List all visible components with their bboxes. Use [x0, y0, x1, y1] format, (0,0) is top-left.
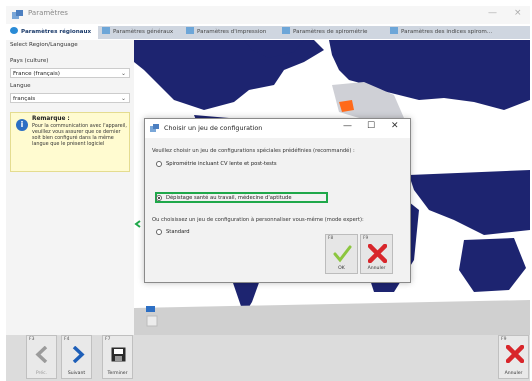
cancel-fkey: F9: [501, 337, 507, 342]
ok-button[interactable]: F8 OK: [325, 234, 358, 274]
map-north-america: [134, 40, 324, 110]
dialog-cancel-label: Annuler: [367, 266, 386, 271]
tab-spirometry[interactable]: Paramètres de spirométrie: [282, 26, 367, 39]
checkmark-icon: [333, 245, 352, 263]
tab-printing[interactable]: Paramètres d'impression: [186, 26, 266, 39]
tab-label: Paramètres de spirométrie: [293, 29, 368, 35]
minimize-button[interactable]: —: [488, 8, 497, 18]
cancel-label: Annuler: [504, 371, 523, 376]
chevron-down-icon: ⌄: [120, 70, 126, 77]
regional-tab-icon: [10, 27, 18, 34]
dialog-close-button[interactable]: ✕: [391, 121, 399, 131]
map-australia: [459, 238, 526, 292]
map-south-asia: [409, 170, 530, 235]
dialog-title: Choisir un jeu de configuration: [164, 124, 263, 132]
note-title: Remarque :: [32, 116, 70, 122]
close-x-icon: [506, 345, 524, 363]
dialog-cancel-button[interactable]: F9 Annuler: [360, 234, 393, 274]
settings-tabs: Paramètres régionaux Paramètres généraux…: [6, 26, 530, 39]
remark-note: i Remarque : Pour la communication avec …: [10, 112, 130, 172]
spirometry-icon: [282, 27, 290, 34]
finish-button[interactable]: F7 Terminer: [102, 335, 133, 379]
dialog-cancel-fkey: F9: [363, 236, 369, 241]
finish-label: Terminer: [107, 371, 128, 376]
prev-label: Préc.: [35, 371, 48, 376]
app-icon: [12, 10, 23, 19]
tab-spirometry-indices[interactable]: Paramètres des indices spirom...: [390, 26, 492, 39]
magnifier-icon[interactable]: [146, 315, 158, 327]
prev-fkey: F3: [29, 337, 35, 342]
section-label: Select Region/Language: [10, 42, 78, 48]
map-antarctica: [134, 300, 530, 335]
dialog-intro: Veuillez choisir un jeu de configuration…: [152, 148, 355, 154]
next-button[interactable]: F4 Suivant: [61, 335, 92, 379]
option-occupational-health-label[interactable]: Dépistage santé au travail, médecine d'a…: [166, 195, 292, 201]
dialog-minimize-button[interactable]: —: [343, 121, 352, 131]
indices-icon: [390, 27, 398, 34]
radio-standard[interactable]: [156, 229, 162, 235]
next-fkey: F4: [64, 337, 70, 342]
map-zoom-slider[interactable]: [146, 306, 155, 312]
window-title: Paramètres: [28, 9, 68, 17]
finish-fkey: F7: [105, 337, 111, 342]
country-select[interactable]: France (français) ⌄: [10, 68, 130, 78]
cancel-button[interactable]: F9 Annuler: [498, 335, 529, 379]
arrow-left-icon: [35, 346, 48, 363]
tab-regional[interactable]: Paramètres régionaux: [6, 26, 98, 39]
country-value: France (français): [13, 71, 60, 77]
close-button[interactable]: ×: [514, 8, 522, 18]
country-label: Pays (culture): [10, 58, 49, 64]
tab-general[interactable]: Paramètres généraux: [102, 26, 173, 39]
chevron-down-icon: ⌄: [120, 95, 126, 102]
info-icon: i: [16, 119, 28, 131]
tab-label: Paramètres des indices spirom...: [401, 29, 493, 35]
window-titlebar: Paramètres — ×: [6, 6, 530, 24]
ok-label: OK: [338, 266, 345, 271]
note-body: Pour la communication avec l'appareil, v…: [32, 123, 127, 147]
settings-window: Paramètres — × Paramètres régionaux Para…: [0, 0, 532, 381]
close-x-icon: [368, 244, 387, 263]
tab-label: Paramètres généraux: [113, 29, 174, 35]
radio-occupational-health[interactable]: [156, 195, 162, 201]
language-label: Langue: [10, 83, 31, 89]
dialog-app-icon: [150, 124, 159, 132]
ok-fkey: F8: [328, 236, 334, 241]
language-select[interactable]: français ⌄: [10, 93, 130, 103]
general-tab-icon: [102, 27, 110, 34]
previous-button[interactable]: F3 Préc.: [26, 335, 57, 379]
green-arrow-icon: [134, 220, 141, 228]
tab-label: Paramètres régionaux: [21, 29, 92, 35]
dialog-maximize-button[interactable]: ☐: [367, 121, 375, 131]
next-label: Suivant: [67, 371, 86, 376]
option-standard-label[interactable]: Standard: [166, 229, 190, 235]
region-panel: Select Region/Language Pays (culture) Fr…: [6, 40, 134, 335]
option-spirometry-label[interactable]: Spirométrie incluant CV lente et post-te…: [166, 161, 277, 167]
printer-icon: [186, 27, 194, 34]
radio-spirometry[interactable]: [156, 161, 162, 167]
expert-prompt: Ou choisissez un jeu de configuration à …: [152, 217, 364, 223]
dialog-body: Veuillez choisir un jeu de configuration…: [145, 138, 410, 282]
tab-label: Paramètres d'impression: [197, 29, 267, 35]
arrow-right-icon: [72, 346, 85, 363]
bottom-toolbar: F3 Préc. F4 Suivant F7 Terminer F9 Annul…: [6, 335, 530, 381]
config-set-dialog: Choisir un jeu de configuration — ☐ ✕ Ve…: [144, 118, 411, 283]
dialog-titlebar: Choisir un jeu de configuration — ☐ ✕: [145, 119, 410, 138]
save-icon: [111, 347, 126, 362]
language-value: français: [13, 96, 36, 102]
